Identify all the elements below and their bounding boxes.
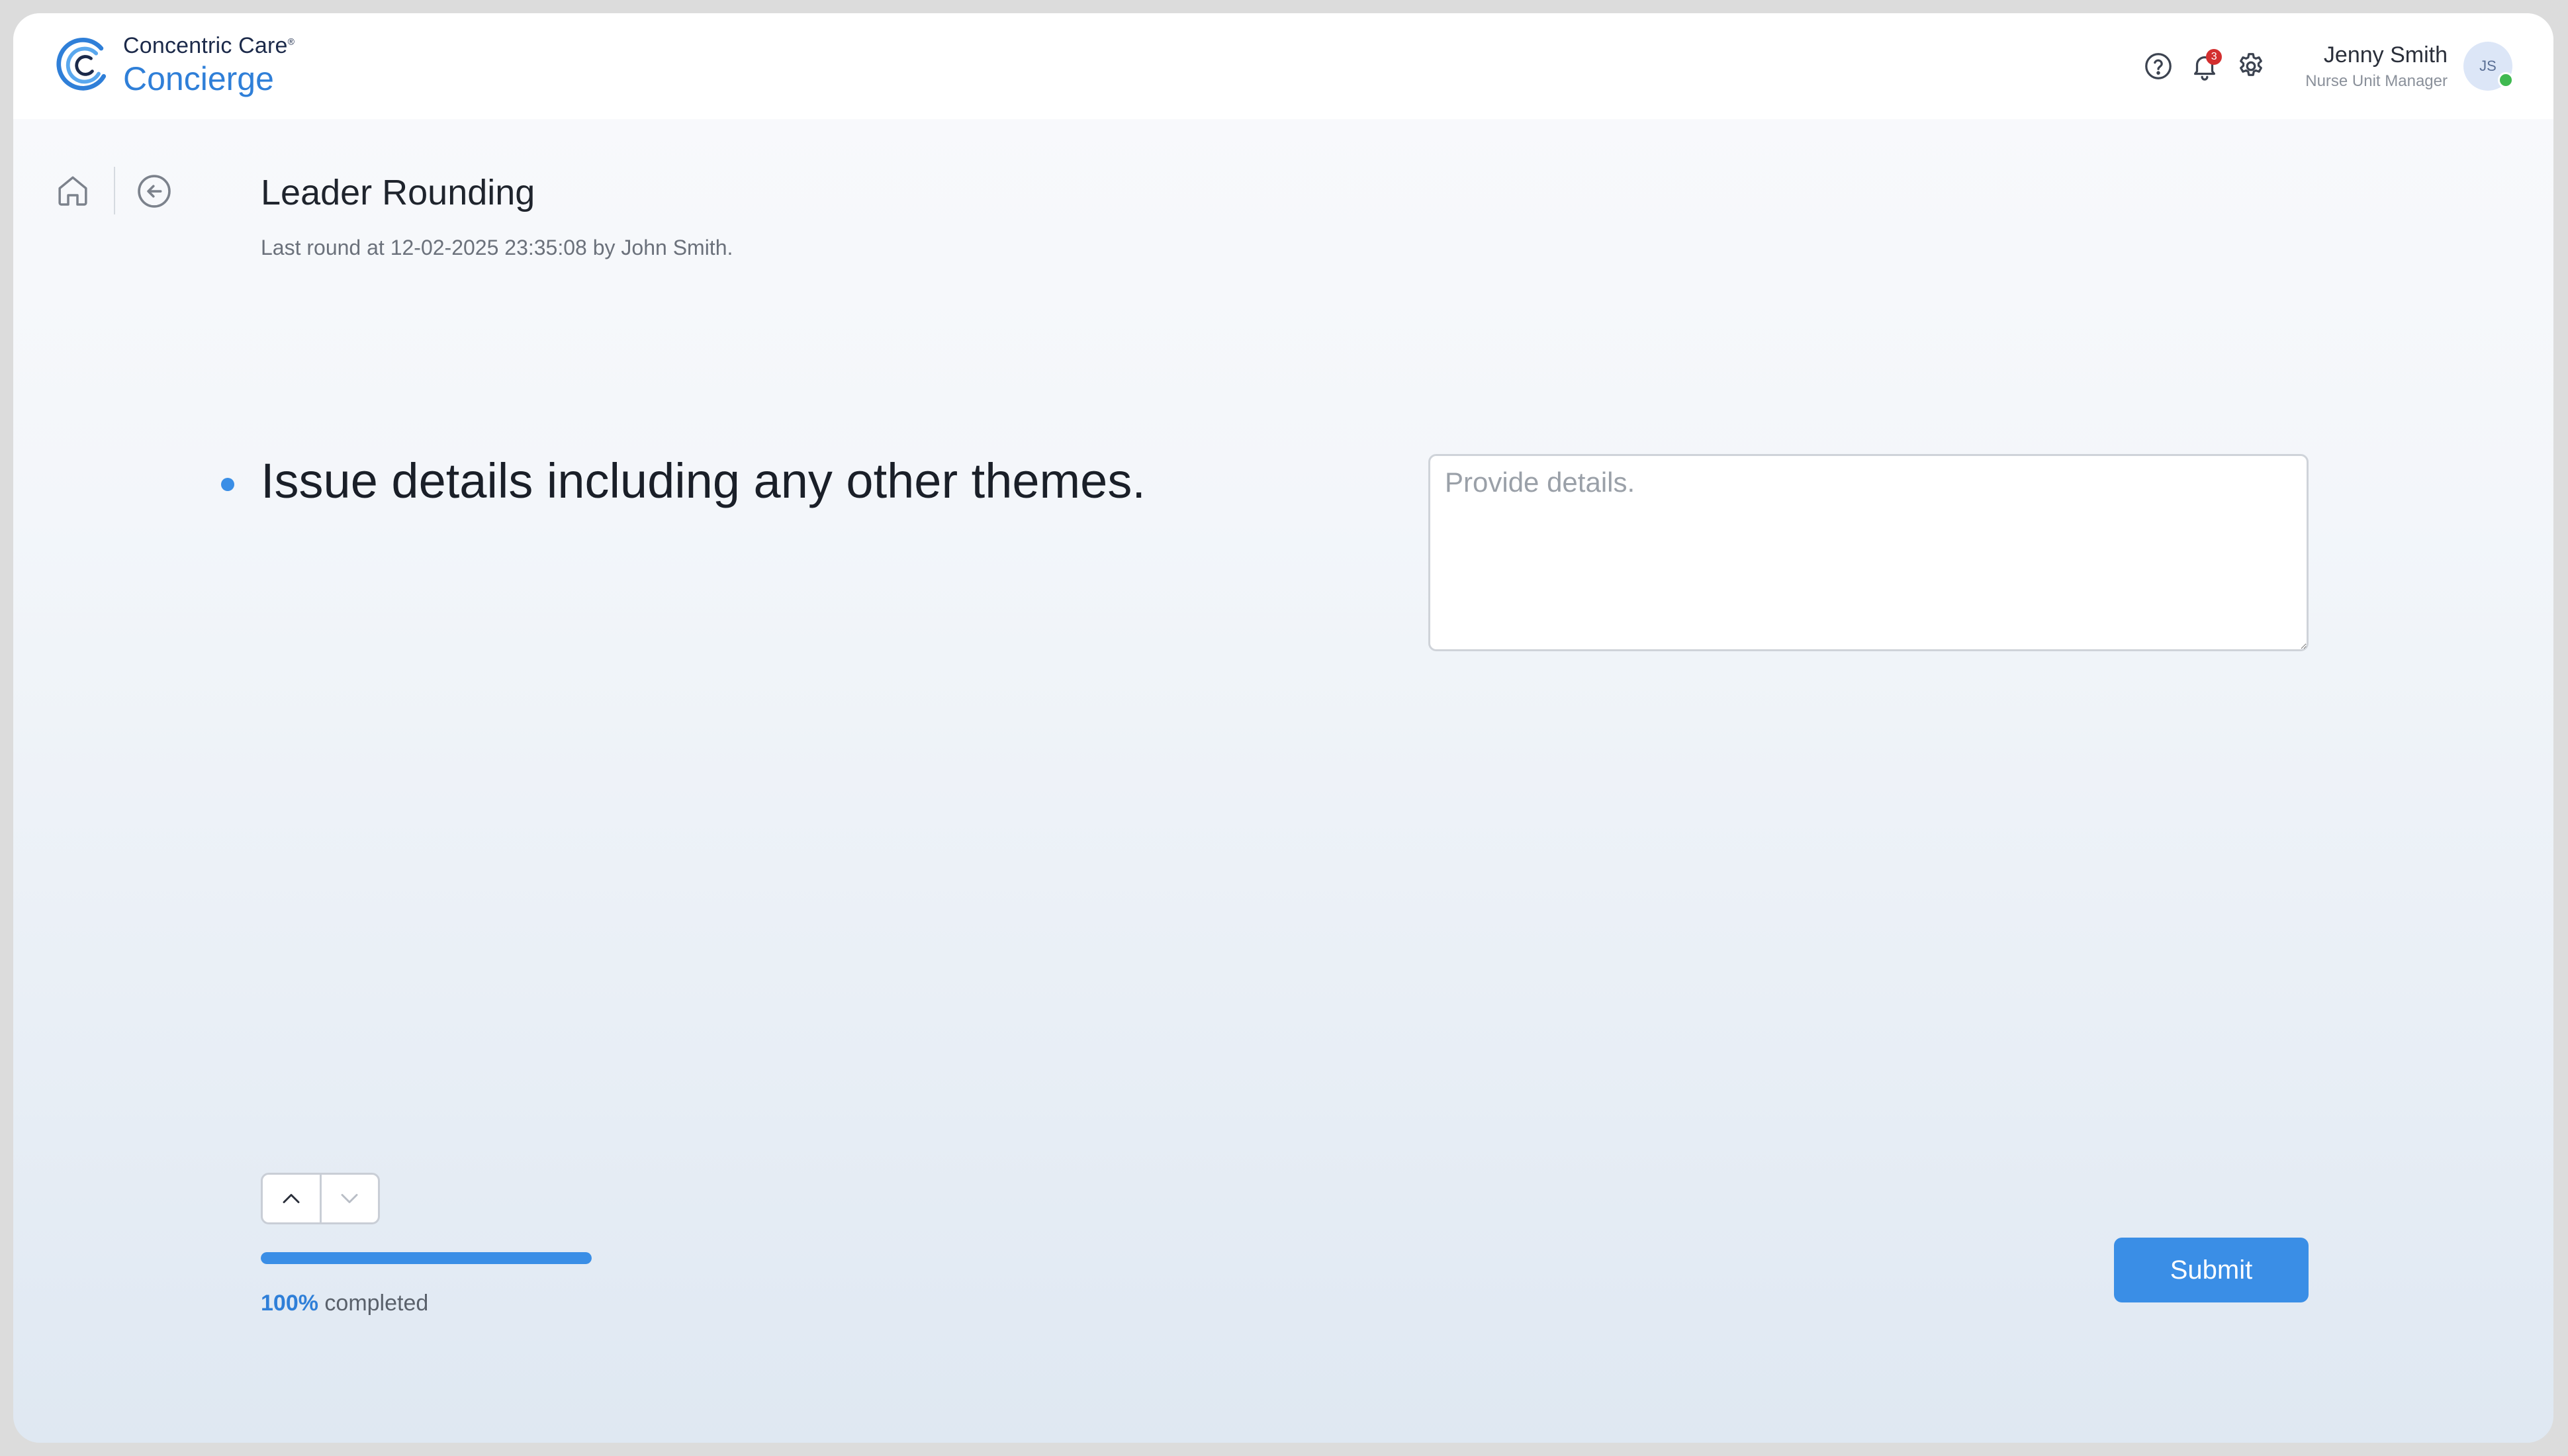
progress-suffix: completed: [318, 1291, 429, 1316]
user-name: Jenny Smith: [2323, 42, 2448, 68]
progress-percent: 100%: [261, 1291, 318, 1316]
brand-logo[interactable]: Concentric Care® Concierge: [52, 33, 295, 97]
avatar[interactable]: JS: [2463, 42, 2514, 91]
chevron-up-icon: [283, 1194, 300, 1203]
question-bullet: [221, 478, 234, 491]
settings-button[interactable]: [2232, 48, 2270, 85]
question-stepper: [261, 1173, 380, 1224]
online-status-indicator: [2498, 72, 2514, 88]
gear-icon: [2240, 53, 2263, 76]
previous-question-button[interactable]: [263, 1175, 320, 1222]
notifications-button[interactable]: 3: [2186, 48, 2223, 85]
app-window: Concentric Care® Concierge 3 Jenny Smith…: [13, 13, 2553, 1443]
home-icon: [58, 176, 87, 206]
header-actions: 3 Jenny Smith Nurse Unit Manager JS: [2140, 13, 2553, 119]
progress-bar: [261, 1252, 592, 1264]
user-info[interactable]: Jenny Smith Nurse Unit Manager: [2305, 42, 2448, 91]
help-icon: [2145, 53, 2172, 79]
nav-divider: [114, 167, 115, 214]
progress-bar-fill: [261, 1252, 592, 1264]
next-question-button[interactable]: [322, 1175, 379, 1222]
back-arrow-icon: [138, 175, 171, 208]
concentric-logo-icon: [56, 38, 107, 91]
details-textarea[interactable]: [1428, 454, 2309, 651]
back-button[interactable]: [135, 172, 173, 210]
avatar-initials: JS: [2479, 58, 2497, 74]
user-role: Nurse Unit Manager: [2305, 71, 2448, 90]
brand-name: Concentric Care®: [123, 33, 295, 58]
brand-text: Concentric Care® Concierge: [123, 34, 295, 95]
help-button[interactable]: [2140, 48, 2177, 85]
question-text: Issue details including any other themes…: [261, 453, 1146, 508]
page-title: Leader Rounding: [261, 173, 535, 212]
top-header: Concentric Care® Concierge 3 Jenny Smith…: [13, 13, 2553, 119]
brand-product: Concierge: [123, 60, 274, 97]
chevron-down-icon: [341, 1194, 358, 1203]
progress-label: 100% completed: [261, 1291, 428, 1316]
last-round-info: Last round at 12-02-2025 23:35:08 by Joh…: [261, 236, 733, 259]
submit-button[interactable]: Submit: [2114, 1238, 2309, 1302]
home-button[interactable]: [54, 172, 91, 209]
